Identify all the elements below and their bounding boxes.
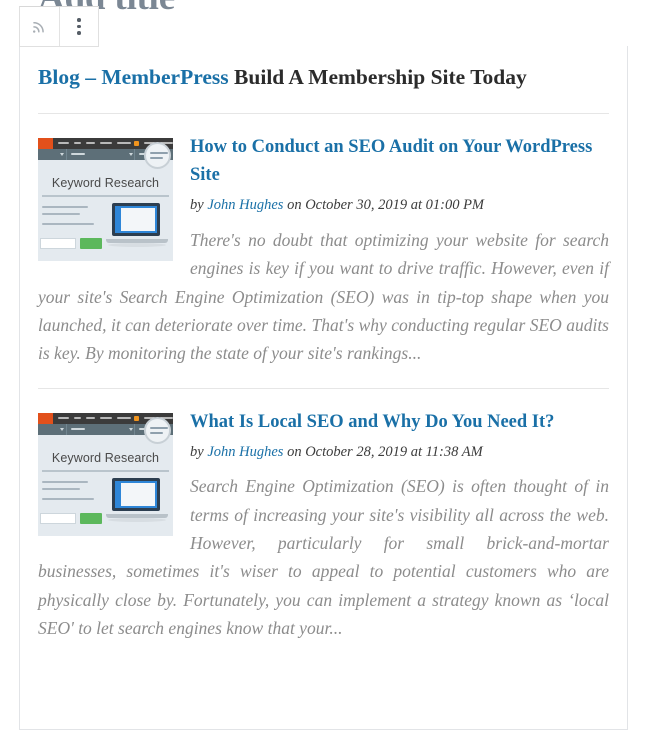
thumbnail-laptop-graphic bbox=[106, 477, 168, 522]
feed-description: Build A Membership Site Today bbox=[234, 65, 527, 89]
feed-header: Blog – MemberPress Build A Membership Si… bbox=[38, 64, 609, 91]
feed-item-date: October 28, 2019 bbox=[305, 443, 408, 460]
thumbnail-tagline bbox=[42, 194, 169, 197]
feed-item: Keyword Research bbox=[38, 114, 609, 388]
more-options-button[interactable] bbox=[59, 7, 98, 46]
rss-block-type-button[interactable] bbox=[20, 7, 59, 46]
by-label: by bbox=[190, 197, 204, 214]
thumbnail-tagline bbox=[42, 469, 169, 472]
thumbnail-logo bbox=[38, 137, 53, 149]
feed-item-thumbnail[interactable]: Keyword Research bbox=[38, 412, 173, 536]
thumbnail-laptop-graphic bbox=[106, 202, 168, 247]
at-label: at bbox=[410, 443, 422, 460]
thumbnail-submit-button bbox=[80, 237, 102, 249]
thumbnail-heading: Keyword Research bbox=[51, 175, 160, 190]
feed-item: Keyword Research bbox=[38, 389, 609, 663]
feed-title-link[interactable]: Blog – MemberPress bbox=[38, 65, 229, 89]
thumbnail-input bbox=[40, 237, 76, 249]
feed-item-date: October 30, 2019 bbox=[305, 197, 408, 214]
thumbnail-text-lines bbox=[42, 205, 104, 230]
thumbnail-magnifier-icon bbox=[144, 141, 171, 169]
thumbnail-submit-button bbox=[80, 512, 102, 524]
rss-icon bbox=[30, 17, 49, 36]
thumbnail-logo bbox=[38, 412, 53, 424]
more-options-icon bbox=[77, 18, 81, 35]
feed-item-author-link[interactable]: John Hughes bbox=[207, 197, 283, 213]
editor-canvas: Add title Bl bbox=[0, 0, 647, 730]
thumbnail-input bbox=[40, 512, 76, 524]
thumbnail-heading: Keyword Research bbox=[51, 450, 160, 465]
thumbnail-magnifier-icon bbox=[144, 416, 171, 444]
by-label: by bbox=[190, 443, 204, 460]
block-toolbar bbox=[19, 6, 99, 47]
thumbnail-text-lines bbox=[42, 480, 104, 505]
feed-item-time: 11:38 AM bbox=[425, 443, 483, 460]
feed-item-author-link[interactable]: John Hughes bbox=[207, 444, 283, 460]
thumbnail-badge bbox=[134, 140, 139, 146]
on-label: on bbox=[287, 443, 302, 460]
thumbnail-badge bbox=[134, 415, 139, 421]
rss-block[interactable]: Blog – MemberPress Build A Membership Si… bbox=[19, 46, 628, 730]
at-label: at bbox=[410, 197, 422, 214]
feed-item-time: 01:00 PM bbox=[425, 197, 484, 214]
on-label: on bbox=[287, 197, 302, 214]
feed-item-thumbnail[interactable]: Keyword Research bbox=[38, 137, 173, 261]
